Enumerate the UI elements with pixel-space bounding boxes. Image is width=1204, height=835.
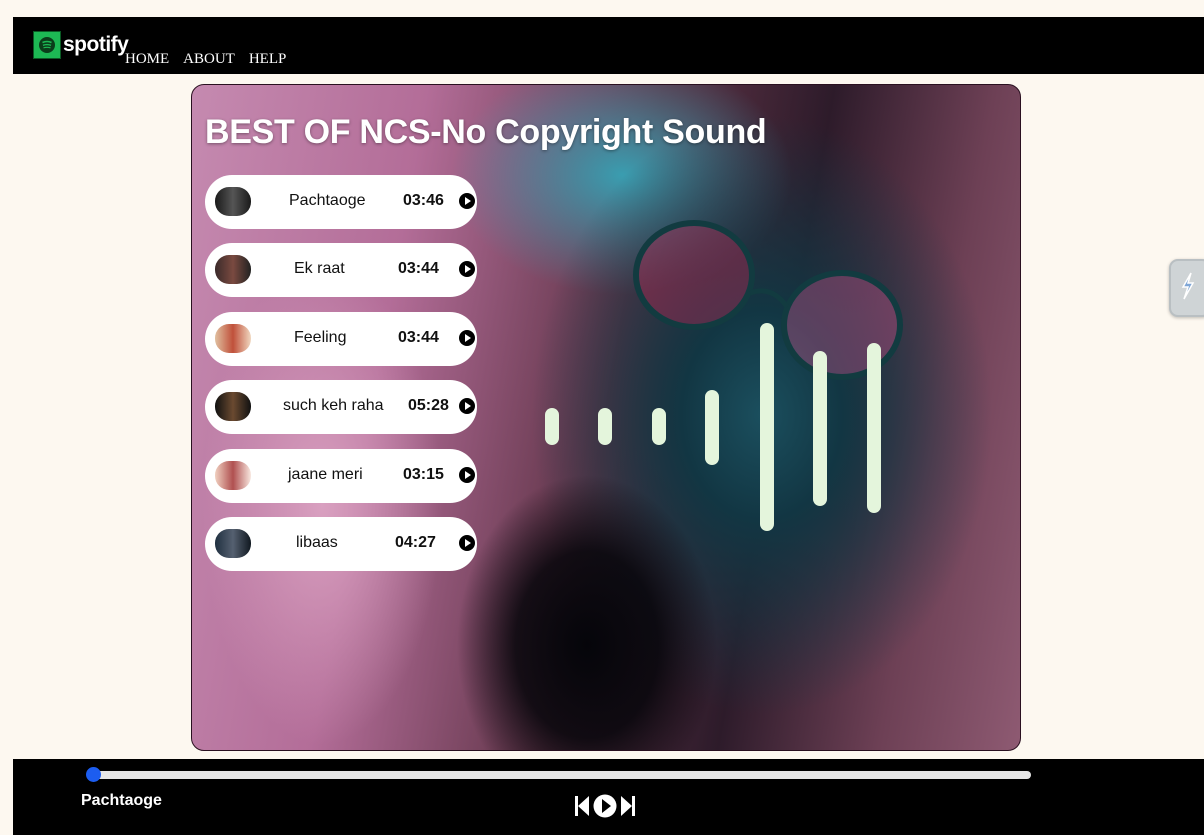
songs-container: BEST OF NCS-No Copyright Sound Pachtaoge…	[191, 84, 1021, 751]
current-song-name: Pachtaoge	[81, 792, 162, 809]
play-icon[interactable]	[458, 260, 476, 278]
song-name: Feeling	[294, 329, 347, 346]
song-item[interactable]: Feeling 03:44	[205, 312, 477, 366]
nav-about-link[interactable]: ABOUT	[183, 51, 235, 68]
navbar: spotify HOME ABOUT HELP	[13, 17, 1204, 74]
song-duration: 03:46	[403, 192, 444, 209]
player-bar: Pachtaoge	[13, 759, 1204, 835]
lightning-icon	[1181, 272, 1195, 300]
side-extension-button[interactable]	[1169, 259, 1204, 317]
play-icon[interactable]	[458, 466, 476, 484]
song-cover	[215, 529, 251, 558]
song-cover	[215, 187, 251, 216]
song-duration: 03:44	[398, 260, 439, 277]
play-icon[interactable]	[458, 397, 476, 415]
song-item[interactable]: such keh raha 05:28	[205, 380, 477, 434]
spotify-logo-icon	[33, 31, 61, 59]
next-icon[interactable]	[620, 794, 636, 818]
nav-help-link[interactable]: HELP	[249, 51, 287, 68]
song-name: such keh raha	[283, 397, 384, 414]
song-cover	[215, 461, 251, 490]
brand-name: spotify	[63, 33, 129, 56]
song-name: libaas	[296, 534, 338, 551]
player-controls	[574, 793, 636, 819]
progress-thumb[interactable]	[86, 767, 101, 782]
play-icon[interactable]	[593, 793, 617, 819]
song-duration: 04:27	[395, 534, 436, 551]
play-icon[interactable]	[458, 329, 476, 347]
logo[interactable]: spotify	[33, 31, 129, 59]
song-item[interactable]: Ek raat 03:44	[205, 243, 477, 297]
song-item[interactable]: libaas 04:27	[205, 517, 477, 571]
nav-links: HOME ABOUT HELP	[125, 51, 286, 68]
visualizer-bar	[545, 408, 559, 445]
song-name: jaane meri	[288, 466, 363, 483]
song-duration: 03:15	[403, 466, 444, 483]
play-icon[interactable]	[458, 534, 476, 552]
song-name: Pachtaoge	[289, 192, 366, 209]
visualizer-bar	[598, 408, 612, 445]
song-cover	[215, 324, 251, 353]
song-cover	[215, 255, 251, 284]
play-icon[interactable]	[458, 192, 476, 210]
progress-bar[interactable]	[86, 767, 1031, 782]
song-cover	[215, 392, 251, 421]
background-image	[633, 220, 903, 380]
song-item[interactable]: Pachtaoge 03:46	[205, 175, 477, 229]
page-title: BEST OF NCS-No Copyright Sound	[205, 113, 767, 151]
nav-home-link[interactable]: HOME	[125, 51, 169, 68]
song-name: Ek raat	[294, 260, 345, 277]
song-duration: 05:28	[408, 397, 449, 414]
previous-icon[interactable]	[574, 794, 590, 818]
song-item[interactable]: jaane meri 03:15	[205, 449, 477, 503]
song-duration: 03:44	[398, 329, 439, 346]
